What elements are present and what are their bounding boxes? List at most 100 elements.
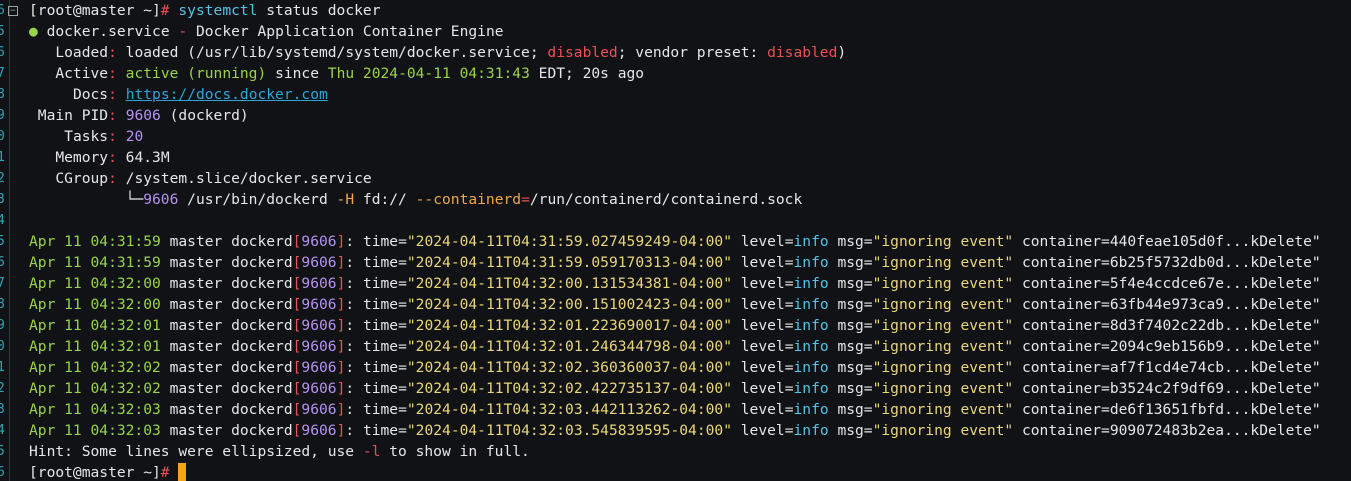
log-date: Apr 11 04:32:03: [29, 422, 161, 439]
log-punct: [161, 233, 170, 250]
log-punct: container=: [1013, 275, 1110, 292]
terminal-window[interactable]: 656789012345678901234567 − [root@master …: [0, 0, 1351, 481]
memory-value: 64.3M: [125, 149, 170, 166]
log-host: master: [169, 422, 223, 439]
log-punct: level=: [731, 359, 794, 376]
log-date: Apr 11 04:32:01: [29, 338, 161, 355]
log-punct: : time=: [345, 359, 407, 376]
main-pid-label: Main PID: [37, 107, 109, 124]
log-pid: 9606: [301, 422, 337, 439]
log-host: master: [169, 275, 223, 292]
log-date: Apr 11 04:32:03: [29, 401, 161, 418]
log-punct: level=: [731, 254, 794, 271]
log-container: 6b25f5732db0d...kDelete": [1109, 254, 1321, 271]
log-line: Apr 11 04:32:01 master dockerd[9606]: ti…: [29, 336, 1351, 357]
log-punct: level=: [731, 233, 794, 250]
log-punct: msg=: [828, 422, 873, 439]
log-punct: [222, 233, 231, 250]
log-punct: [222, 359, 231, 376]
log-punct: container=: [1013, 254, 1110, 271]
log-level: info: [793, 254, 829, 271]
text-cursor[interactable]: [178, 463, 187, 481]
log-pid: 9606: [301, 296, 337, 313]
line-number: 7: [0, 63, 9, 84]
docs-link[interactable]: https://docs.docker.com: [126, 86, 328, 103]
log-msg: "ignoring event": [872, 338, 1014, 355]
hint-suffix: to show in full.: [380, 443, 530, 460]
log-process: dockerd: [231, 422, 293, 439]
log-msg: "ignoring event": [872, 233, 1014, 250]
log-container: b3524c2f9df69...kDelete": [1109, 380, 1321, 397]
log-msg: "ignoring event": [872, 275, 1014, 292]
log-container: 63fb44e973ca9...kDelete": [1109, 296, 1321, 313]
line-number: 0: [0, 126, 9, 147]
log-process: dockerd: [231, 401, 293, 418]
log-date: Apr 11 04:31:59: [29, 254, 161, 271]
log-line: Apr 11 04:32:02 master dockerd[9606]: ti…: [29, 378, 1351, 399]
log-date: Apr 11 04:32:00: [29, 275, 161, 292]
log-punct: container=: [1013, 296, 1110, 313]
tasks-value: 20: [125, 128, 144, 145]
tasks-label: Tasks: [64, 128, 109, 145]
log-date: Apr 11 04:31:59: [29, 233, 161, 250]
hint-flag: -l: [362, 443, 381, 460]
command-args: status docker: [257, 2, 381, 19]
log-container: 2094c9eb156b9...kDelete": [1109, 338, 1321, 355]
log-time: "2024-04-11T04:32:03.545839595-04:00": [406, 422, 732, 439]
log-container: de6f13651fbfd...kDelete": [1109, 401, 1321, 418]
log-level: info: [793, 359, 829, 376]
log-time: "2024-04-11T04:32:03.442113262-04:00": [406, 401, 732, 418]
log-host: master: [169, 317, 223, 334]
log-process: dockerd: [231, 317, 293, 334]
log-punct: msg=: [828, 338, 873, 355]
loaded-value: loaded (/usr/lib/systemd/system/docker.s…: [125, 44, 539, 61]
active-label: Active: [55, 65, 109, 82]
log-punct: level=: [731, 317, 794, 334]
line-number: 3: [0, 189, 9, 210]
tree-pid: 9606: [143, 191, 179, 208]
log-punct: : time=: [345, 338, 407, 355]
log-msg: "ignoring event": [872, 401, 1014, 418]
log-punct: container=: [1013, 359, 1110, 376]
log-punct: [222, 338, 231, 355]
hint-line: Hint: Some lines were ellipsized, use -l…: [29, 441, 1351, 462]
log-punct: [222, 317, 231, 334]
prompt-hash: #: [160, 2, 170, 19]
log-punct: msg=: [828, 254, 873, 271]
log-time: "2024-04-11T04:32:00.131534381-04:00": [406, 275, 732, 292]
log-punct: msg=: [828, 275, 873, 292]
memory-label: Memory: [55, 149, 109, 166]
log-punct: [161, 380, 170, 397]
line-number: 9: [0, 105, 9, 126]
log-punct: : time=: [345, 275, 407, 292]
memory-line: Memory: 64.3M: [55, 149, 170, 166]
log-punct: : time=: [345, 401, 407, 418]
log-punct: msg=: [828, 359, 873, 376]
log-punct: [161, 275, 170, 292]
log-punct: [161, 338, 170, 355]
loaded-label: Loaded: [55, 44, 109, 61]
log-punct: [222, 296, 231, 313]
log-level: info: [793, 380, 829, 397]
log-msg: "ignoring event": [872, 422, 1014, 439]
log-punct: [161, 296, 170, 313]
log-process: dockerd: [231, 275, 293, 292]
log-punct: : time=: [345, 422, 407, 439]
loaded-disabled: disabled: [547, 44, 618, 61]
log-pid: 9606: [301, 317, 337, 334]
line-number: 6: [0, 42, 9, 63]
log-host: master: [169, 296, 223, 313]
log-punct: : time=: [345, 380, 407, 397]
log-time: "2024-04-11T04:31:59.027459249-04:00": [406, 233, 732, 250]
shell-prompt: [root@master ~]: [29, 2, 161, 19]
minus-box-icon[interactable]: −: [8, 6, 18, 16]
final-prompt-line[interactable]: [root@master ~]#: [29, 462, 1351, 481]
line-number: 3: [0, 399, 9, 420]
line-number: 6: [0, 462, 9, 481]
log-container: 8d3f7402c22db...kDelete": [1109, 317, 1321, 334]
tree-flag-h: -H: [336, 191, 355, 208]
line-number: 7: [0, 273, 9, 294]
log-line: Apr 11 04:31:59 master dockerd[9606]: ti…: [29, 252, 1351, 273]
log-punct: [161, 401, 170, 418]
log-line: Apr 11 04:32:00 master dockerd[9606]: ti…: [29, 273, 1351, 294]
